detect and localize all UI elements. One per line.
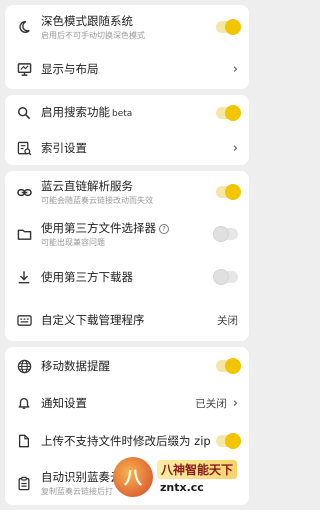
zip-suffix-title: 上传不支持文件时修改后缀为 zip [41,433,211,448]
direct-link-subtitle: 可能会随蓝奏云链接改动而失效 [41,195,153,205]
dark-mode-row[interactable]: 深色模式跟随系统 启用后不可手动切换深色模式 [5,5,249,49]
dark-mode-toggle[interactable] [216,19,241,35]
notifications-value: 已关闭 [195,397,227,410]
search-icon [16,105,32,121]
watermark: 八 八神智能天下 zntx.cc [113,454,249,500]
enable-search-title: 启用搜索功能 [41,104,110,119]
layout-row[interactable]: 显示与布局 › [5,49,249,89]
notifications-row[interactable]: 通知设置 已关闭 › [5,385,249,421]
keyboard-icon [16,312,32,328]
enable-search-row[interactable]: 启用搜索功能 beta [5,95,249,131]
link-icon [16,184,32,200]
moon-icon [16,19,32,35]
folder-icon [16,226,32,242]
help-icon[interactable]: ? [159,223,169,234]
notifications-title: 通知设置 [41,395,87,410]
chevron-right-icon: › [232,61,238,77]
file-picker-toggle[interactable] [213,226,238,242]
beta-badge: beta [112,108,133,119]
mobile-data-title: 移动数据提醒 [41,358,110,373]
enable-search-toggle[interactable] [216,105,241,121]
watermark-url: zntx.cc [160,481,204,494]
custom-download-manager-row[interactable]: 自定义下载管理程序 关闭 [5,299,249,341]
zip-suffix-toggle[interactable] [216,433,241,449]
globe-icon [16,358,32,374]
direct-link-row[interactable]: 蓝云直链解析服务 可能会随蓝奏云链接改动而失效 [5,171,249,213]
watermark-logo: 八 [113,457,153,497]
index-settings-title: 索引设置 [41,140,87,155]
custom-download-manager-value: 关闭 [217,314,238,327]
chevron-right-icon: › [232,140,238,156]
dark-mode-title: 深色模式跟随系统 [41,13,133,28]
file-picker-subtitle: 可能出现兼容问题 [41,237,105,247]
mobile-data-row[interactable]: 移动数据提醒 [5,347,249,385]
search-settings-card: 启用搜索功能 beta 索引设置 › [5,95,249,165]
monitor-layout-icon [16,61,32,77]
downloader-toggle[interactable] [213,269,238,285]
layout-title: 显示与布局 [41,61,99,76]
mobile-data-toggle[interactable] [216,358,241,374]
watermark-title: 八神智能天下 [157,460,238,479]
custom-download-manager-title: 自定义下载管理程序 [41,312,145,327]
file-picker-title: 使用第三方文件选择器 [41,220,156,235]
file-icon [16,433,32,449]
downloader-row[interactable]: 使用第三方下载器 [5,255,249,299]
bell-icon [16,395,32,411]
direct-link-title: 蓝云直链解析服务 [41,178,133,193]
clipboard-icon [16,475,32,491]
download-icon [16,269,32,285]
dark-mode-subtitle: 启用后不可手动切换深色模式 [41,30,145,40]
display-settings-card: 深色模式跟随系统 启用后不可手动切换深色模式 显示与布局 › [5,5,249,89]
download-settings-card: 蓝云直链解析服务 可能会随蓝奏云链接改动而失效 使用第三方文件选择器? 可能出现… [5,171,249,341]
direct-link-toggle[interactable] [216,184,241,200]
index-settings-row[interactable]: 索引设置 › [5,131,249,165]
file-picker-row[interactable]: 使用第三方文件选择器? 可能出现兼容问题 [5,213,249,255]
chevron-right-icon: › [232,395,238,411]
downloader-title: 使用第三方下载器 [41,269,133,284]
index-search-icon [16,140,32,156]
